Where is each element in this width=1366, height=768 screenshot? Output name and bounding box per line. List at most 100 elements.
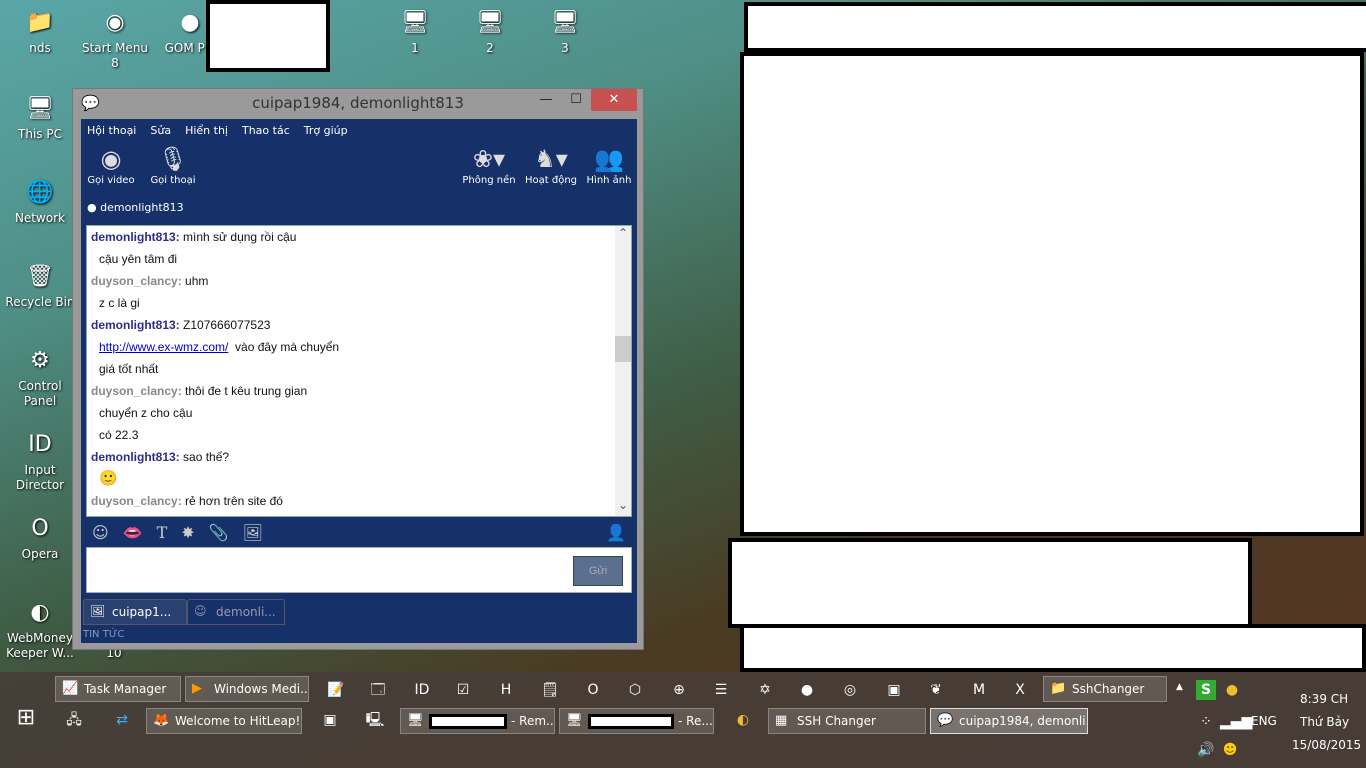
virtualbox-icon[interactable]: ⬡ <box>625 680 645 700</box>
voice-call-button[interactable]: 🎙 Gọi thoại <box>149 143 197 186</box>
message-text: vào đây mà chuyển <box>228 340 340 354</box>
chat-message: duyson_clancy: rẻ hơn trên site đó <box>87 490 631 512</box>
opera-icon[interactable]: O <box>583 680 603 700</box>
menu-hoi-thoai[interactable]: Hội thoại <box>87 124 136 137</box>
menu-thao-tac[interactable]: Thao tác <box>242 124 290 137</box>
input-director-icon[interactable]: ID <box>412 680 432 700</box>
chrome-icon[interactable]: ◎ <box>840 680 860 700</box>
window-app-icon[interactable]: ▣ <box>884 680 904 700</box>
signal-icon[interactable]: ▂▄▆ <box>1220 712 1252 732</box>
send-button[interactable]: Gửi <box>573 556 623 586</box>
desktop-icon-glyph: 🌐 <box>26 179 54 205</box>
desktop-icon[interactable]: ⚙ Control Panel <box>2 344 78 409</box>
clock-date[interactable]: 15/08/2015 <box>1292 738 1361 752</box>
menu-tro-giup[interactable]: Trợ giúp <box>304 124 348 137</box>
s-app-icon[interactable]: S <box>1196 680 1216 700</box>
sender-name: demonlight813: <box>91 230 180 244</box>
buzz-icon[interactable]: 👄 <box>123 523 143 542</box>
chat-scrollbar[interactable]: ⌃ ⌄ <box>615 226 631 516</box>
star-app-icon[interactable]: ✡ <box>755 680 775 700</box>
chat-tab-cuipap[interactable]: 🖼 cuipap1... <box>83 599 187 625</box>
chat-message: 🙂 <box>87 468 631 490</box>
desktop-icon[interactable]: O Opera <box>2 512 78 562</box>
dropbox-icon[interactable]: ⁘ <box>1196 712 1216 732</box>
clock-day[interactable]: Thứ Bảy <box>1300 715 1349 729</box>
network-app-icon[interactable]: 🖳 <box>365 710 385 730</box>
attachment-icon[interactable]: 📎 <box>209 523 229 542</box>
close-button[interactable]: ✕ <box>591 89 637 111</box>
emoticon-icon[interactable]: ☺ <box>92 523 109 542</box>
teamviewer-icon[interactable]: ⇄ <box>112 710 132 730</box>
message-link[interactable]: http://www.ex-wmz.com/ <box>99 340 228 354</box>
notepad-icon[interactable]: 📝 <box>326 680 346 700</box>
menu-hien-thi[interactable]: Hiển thị <box>185 124 228 137</box>
task-chat-window[interactable]: 💬 cuipap1984, demonli... <box>930 708 1088 734</box>
scroll-thumb[interactable] <box>615 336 631 362</box>
photos-button[interactable]: 👥 Hình ảnh <box>585 143 633 186</box>
leaf-app-icon[interactable]: ❦ <box>926 680 946 700</box>
menu-sua[interactable]: Sửa <box>150 124 171 137</box>
task-firefox-hitleap[interactable]: 🦊 Welcome to HitLeap!... <box>146 708 302 734</box>
desktop-icon[interactable]: ◐ WebMoney Keeper W... <box>2 596 78 661</box>
sender-name: demonlight813: <box>91 450 180 464</box>
scroll-up-icon[interactable]: ⌃ <box>615 226 631 240</box>
excel-icon[interactable]: X <box>1010 680 1030 700</box>
desktop-icon[interactable]: 🗑 Recycle Bin <box>2 260 78 310</box>
contact-panel-icon[interactable]: 👤 <box>606 523 626 542</box>
h-app-icon[interactable]: H <box>496 680 516 700</box>
desktop-icon-glyph: ID <box>28 431 52 457</box>
background-label: Phông nền <box>462 175 516 186</box>
task-ssh-changer[interactable]: ▦ SSH Changer <box>768 708 926 734</box>
yahoo-messenger-icon[interactable]: ☻ <box>1220 740 1240 760</box>
desktop-icon[interactable]: ID Input Director <box>2 428 78 493</box>
notepad2-icon[interactable]: 🗒 <box>540 680 560 700</box>
desktop-icon[interactable]: 🖥 This PC <box>2 92 78 142</box>
nudge-icon[interactable]: ✸ <box>181 523 194 542</box>
task-remote-2[interactable]: 🖥 - Re... <box>559 708 714 734</box>
volume-icon[interactable]: 🔊 <box>1196 740 1216 760</box>
activity-button[interactable]: ♞▾ Hoạt động <box>523 143 579 186</box>
microphone-icon: 🎙 <box>157 145 189 173</box>
background-button[interactable]: ❀▾ Phông nền <box>461 143 517 186</box>
font-icon[interactable]: T <box>157 523 168 542</box>
desktop-icon[interactable]: ◉ Start Menu 8 <box>77 6 153 71</box>
checklist-icon[interactable]: ☑ <box>453 680 473 700</box>
app-red-icon[interactable]: ⊕ <box>669 680 689 700</box>
screenshot-icon[interactable]: 🖼 <box>243 523 263 542</box>
task-remote-1[interactable]: 🖥 - Rem... <box>400 708 555 734</box>
language-indicator[interactable]: ENG <box>1251 714 1277 728</box>
desktop-icon[interactable]: 🖥 1 <box>377 6 453 56</box>
coin-icon[interactable]: ● <box>1222 680 1242 700</box>
minimize-button[interactable]: — <box>531 89 561 111</box>
maximize-button[interactable]: ☐ <box>561 89 591 111</box>
desktop-icon-glyph: 🖥 <box>26 95 54 121</box>
redacted-area <box>206 0 330 72</box>
news-link[interactable]: TIN TỨC <box>83 629 124 640</box>
app-icon[interactable]: ▣ <box>320 710 340 730</box>
desktop-icon[interactable]: 🖥 3 <box>527 6 603 56</box>
chat-tab-demonlight[interactable]: ☺ demonli... <box>187 599 285 625</box>
desktop-icon[interactable]: 📁 nds <box>2 6 78 56</box>
explorer-icon[interactable]: 🗔 <box>368 680 388 700</box>
list-icon[interactable]: ☰ <box>711 680 731 700</box>
m-app-icon[interactable]: M <box>969 680 989 700</box>
remote-icon[interactable]: 🖧 <box>64 710 84 730</box>
message-input[interactable]: Gửi <box>86 547 632 593</box>
task-windows-media[interactable]: ▶ Windows Medi... <box>185 676 309 702</box>
chat-window: 💬 cuipap1984, demonlight813 — ☐ ✕ Hội th… <box>72 88 644 650</box>
task-task-manager[interactable]: 📈 Task Manager <box>55 676 181 702</box>
desktop-icon[interactable]: 🖥 2 <box>452 6 528 56</box>
webmoney-icon[interactable]: ◐ <box>733 710 753 730</box>
chat-message: cậu yên tâm đi <box>87 248 631 270</box>
green-orb-icon[interactable]: ● <box>797 680 817 700</box>
show-hidden-icons[interactable]: ▲ <box>1176 682 1183 692</box>
chat-message: demonlight813: sao thế? <box>87 446 631 468</box>
contact-status[interactable]: ● demonlight813 <box>87 201 184 214</box>
task-sshchanger-folder[interactable]: 📁 SshChanger <box>1043 676 1167 702</box>
desktop-icon[interactable]: 🌐 Network <box>2 176 78 226</box>
video-call-button[interactable]: ◉ Gọi video <box>87 143 135 186</box>
clock-time[interactable]: 8:39 CH <box>1300 692 1348 706</box>
task-label: Welcome to HitLeap!... <box>175 714 302 728</box>
start-windows-icon[interactable]: ⊞ <box>12 707 40 736</box>
scroll-down-icon[interactable]: ⌄ <box>615 498 631 512</box>
